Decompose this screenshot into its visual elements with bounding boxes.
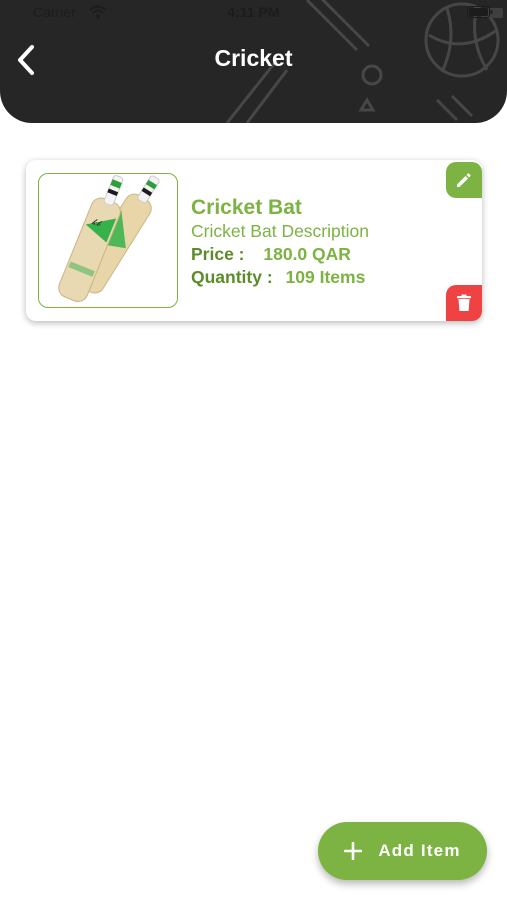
price-value: 180.0 QAR: [263, 244, 351, 264]
add-item-label: Add Item: [378, 841, 461, 860]
status-time: 4:11 PM: [227, 4, 280, 20]
plus-icon: [344, 842, 363, 860]
status-bar: Carrier 4:11 PM: [0, 0, 507, 26]
price-row: Price : 180.0 QAR: [191, 244, 351, 265]
trash-icon: [457, 294, 471, 311]
product-description: Cricket Bat Description: [191, 221, 369, 241]
delete-button[interactable]: [446, 285, 482, 321]
page-title: Cricket: [214, 45, 293, 71]
pencil-icon: [457, 173, 471, 187]
cricket-bat-image: 𝓀𝒷: [58, 175, 160, 302]
product-name: Cricket Bat: [191, 196, 302, 219]
quantity-row: Quantity : 109 Items: [191, 267, 365, 288]
header-bar: Carrier 4:11 PM Cricket: [0, 0, 507, 123]
quantity-label: Quantity :: [191, 267, 273, 287]
product-image: 𝓀𝒷: [38, 173, 178, 308]
quantity-value: 109 Items: [285, 267, 366, 287]
edit-button[interactable]: [446, 162, 482, 198]
battery-icon: [467, 6, 493, 18]
product-list-screen: Carrier 4:11 PM Cricket 𝓀𝒷 Cricket Bat C…: [0, 0, 507, 900]
product-card[interactable]: 𝓀𝒷 Cricket Bat Cricket Bat Description P…: [26, 160, 482, 321]
add-item-button[interactable]: Add Item: [318, 822, 487, 880]
price-label: Price :: [191, 244, 245, 264]
